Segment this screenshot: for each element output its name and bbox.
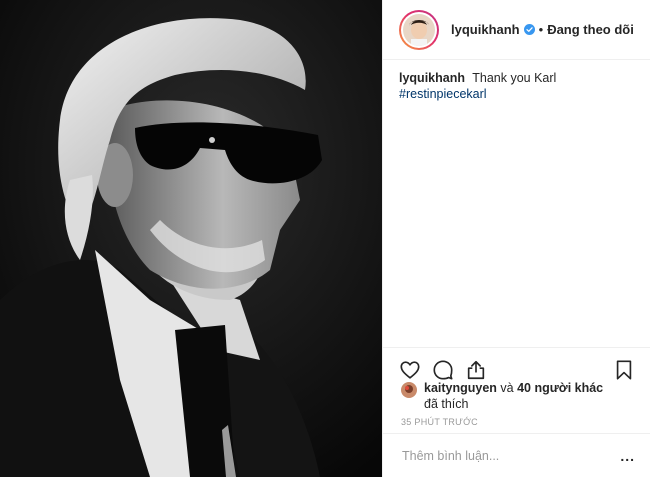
post-photo[interactable] [0, 0, 382, 477]
heart-icon[interactable] [399, 359, 423, 383]
post-side-panel: lyquikhanh • Đang theo dõi lyquikhanh Th… [382, 0, 650, 477]
avatar-image [403, 13, 435, 46]
post-caption: lyquikhanh Thank you Karl #restinpieceka… [399, 70, 639, 102]
caption-username[interactable]: lyquikhanh [399, 71, 465, 85]
comment-icon[interactable] [432, 359, 456, 383]
avatar[interactable] [399, 9, 439, 50]
liker-avatar[interactable] [401, 382, 417, 398]
likes-suffix: đã thích [424, 397, 469, 411]
verified-badge-icon [523, 24, 535, 35]
header-separator: • [538, 22, 544, 37]
post-timestamp[interactable]: 35 PHÚT TRƯỚC [401, 417, 478, 427]
share-icon[interactable] [465, 359, 489, 383]
header-username[interactable]: lyquikhanh [451, 22, 520, 37]
caption-hashtag[interactable]: #restinpiecekarl [399, 87, 487, 101]
comment-input[interactable] [402, 448, 621, 463]
comment-box: ... [383, 433, 650, 477]
more-options-icon[interactable]: ... [620, 448, 635, 464]
follow-status-button[interactable]: Đang theo dõi [547, 22, 634, 37]
likes-connector: và [500, 381, 514, 395]
liker-username[interactable]: kaitynguyen [424, 381, 497, 395]
post-header: lyquikhanh • Đang theo dõi [383, 0, 650, 60]
likes-summary: kaitynguyen và 40 người khác đã thích [401, 380, 641, 412]
bookmark-icon[interactable] [613, 359, 637, 383]
caption-text: Thank you Karl [472, 71, 557, 85]
likes-others-link[interactable]: 40 người khác [517, 381, 603, 395]
